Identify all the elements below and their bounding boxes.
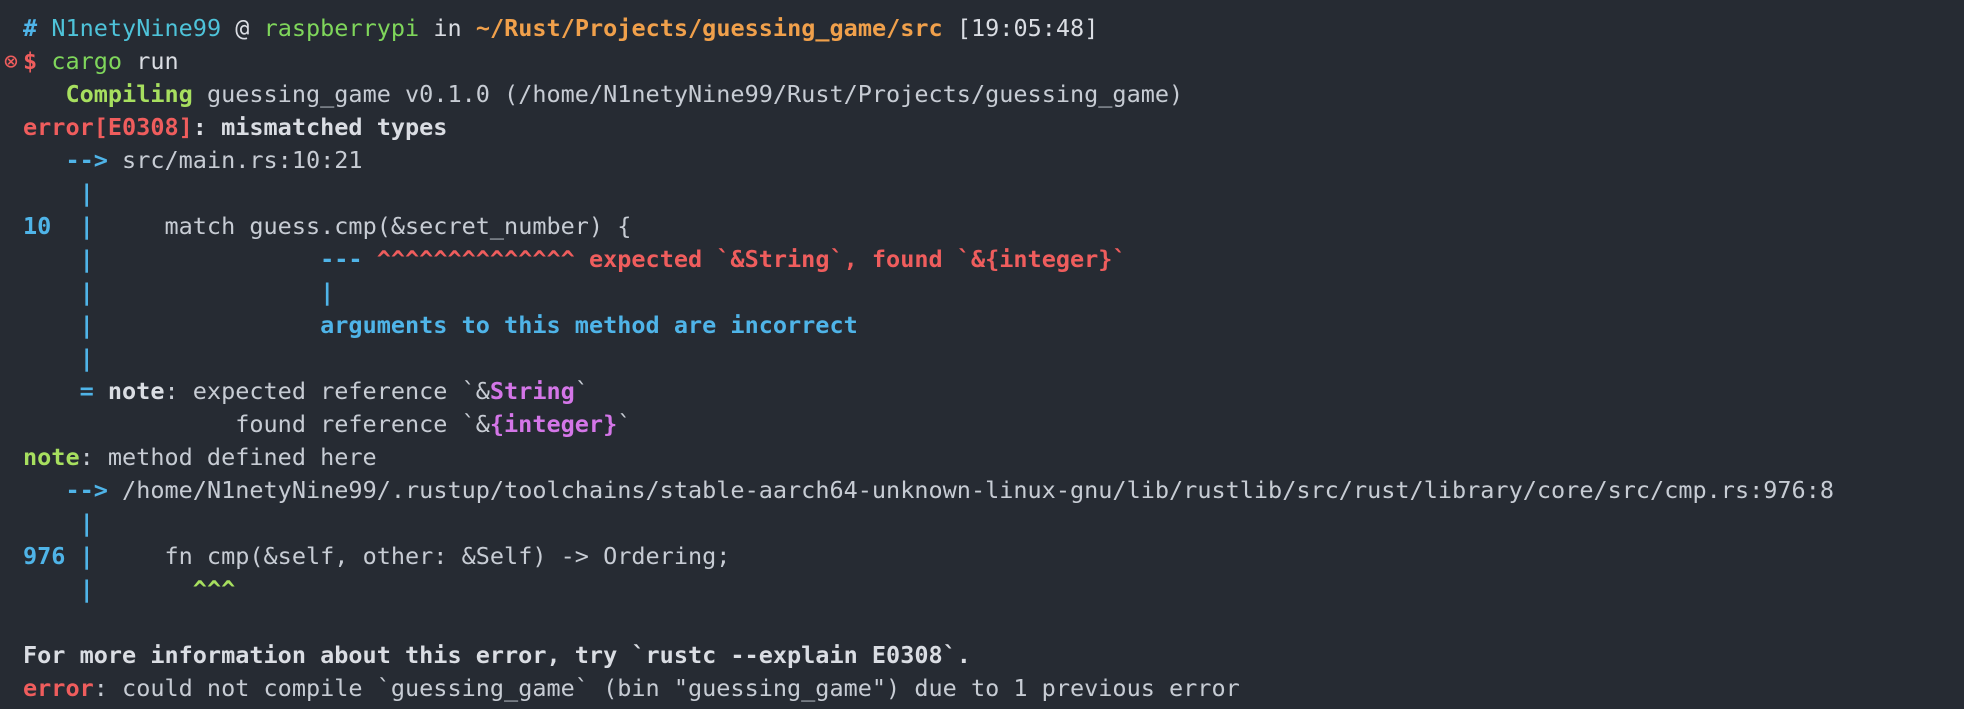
final-error-line: error: could not compile `guessing_game`… bbox=[0, 672, 1964, 705]
marker-pipe: | bbox=[320, 278, 335, 306]
prompt-user: N1netyNine99 bbox=[51, 14, 222, 42]
location-path: /home/N1netyNine99/.rustup/toolchains/st… bbox=[107, 476, 1834, 504]
note-tick: ` bbox=[574, 377, 589, 405]
prompt-path: ~/Rust/Projects/guessing_game/src bbox=[475, 14, 943, 42]
note-text: found reference `& bbox=[23, 410, 490, 438]
marker-line: | --- ^^^^^^^^^^^^^^ expected `&String`,… bbox=[0, 243, 1964, 276]
note-found-line: found reference `&{integer}` bbox=[0, 408, 1964, 441]
terminal-window[interactable]: # N1netyNine99 @ raspberrypi in ~/Rust/P… bbox=[0, 0, 1964, 709]
gutter-pipe: | bbox=[51, 212, 94, 240]
line-number: 10 bbox=[23, 212, 52, 240]
location-path: src/main.rs:10:21 bbox=[107, 146, 363, 174]
method-location-line: --> /home/N1netyNine99/.rustup/toolchain… bbox=[0, 474, 1964, 507]
gutter-pipe: | bbox=[79, 344, 94, 372]
gutter-line: | bbox=[0, 177, 1964, 210]
note-type: {integer} bbox=[489, 410, 618, 438]
command-name: cargo bbox=[51, 47, 123, 75]
line-number: 976 bbox=[23, 542, 66, 570]
location-arrow: --> bbox=[65, 476, 108, 504]
command-line[interactable]: ⊗ $ cargo run bbox=[0, 45, 1964, 78]
gutter-pipe: | bbox=[65, 542, 94, 570]
gutter-pipe: | bbox=[79, 575, 94, 603]
gutter-line: | bbox=[0, 507, 1964, 540]
note-text: : expected reference `& bbox=[164, 377, 490, 405]
gutter-line: | bbox=[0, 342, 1964, 375]
gutter-pipe: | bbox=[79, 245, 94, 273]
source-code: match guess.cmp(&secret_number) { bbox=[93, 212, 632, 240]
note-text: : method defined here bbox=[79, 443, 377, 471]
note-label: note bbox=[23, 443, 80, 471]
gutter-pipe: | bbox=[79, 179, 94, 207]
command-args: run bbox=[136, 47, 179, 75]
marker-label-line: | arguments to this method are incorrect bbox=[0, 309, 1964, 342]
note-type: String bbox=[489, 377, 575, 405]
marker-pipe-line: | | bbox=[0, 276, 1964, 309]
marker-dashes: --- bbox=[320, 245, 363, 273]
info-line: For more information about this error, t… bbox=[0, 639, 1964, 672]
note-line: = note: expected reference `&String` bbox=[0, 375, 1964, 408]
info-text: For more information about this error, t… bbox=[23, 641, 971, 669]
prompt-line: # N1netyNine99 @ raspberrypi in ~/Rust/P… bbox=[0, 12, 1964, 45]
error-location-line: --> src/main.rs:10:21 bbox=[0, 144, 1964, 177]
marker-label: arguments to this method are incorrect bbox=[320, 311, 858, 339]
error-status-icon: ⊗ bbox=[3, 47, 19, 75]
prompt-at: @ bbox=[235, 14, 250, 42]
prompt-hash: # bbox=[23, 14, 38, 42]
marker-carets: ^^^^^^^^^^^^^^ expected `&String`, found… bbox=[362, 245, 1127, 273]
prompt-host: raspberrypi bbox=[263, 14, 420, 42]
prompt-in: in bbox=[433, 14, 462, 42]
marker-carets: ^^^ bbox=[192, 575, 236, 603]
note-label: note bbox=[107, 377, 165, 405]
compiling-label: Compiling bbox=[65, 80, 193, 108]
compiling-line: Compiling guessing_game v0.1.0 (/home/N1… bbox=[0, 78, 1964, 111]
source-line-976: 976 | fn cmp(&self, other: &Self) -> Ord… bbox=[0, 540, 1964, 573]
compiling-target: guessing_game v0.1.0 (/home/N1netyNine99… bbox=[192, 80, 1184, 108]
note-equals: = bbox=[23, 377, 108, 405]
prompt-dollar: $ bbox=[23, 47, 38, 75]
gutter-pipe: | bbox=[79, 311, 94, 339]
caret-line-976: | ^^^ bbox=[0, 573, 1964, 606]
gutter-pipe: | bbox=[79, 278, 94, 306]
source-code: fn cmp(&self, other: &Self) -> Ordering; bbox=[93, 542, 731, 570]
error-message: : mismatched types bbox=[192, 113, 448, 141]
method-note-line: note: method defined here bbox=[0, 441, 1964, 474]
prompt-time: [19:05:48] bbox=[956, 14, 1099, 42]
source-line-10: 10 | match guess.cmp(&secret_number) { bbox=[0, 210, 1964, 243]
final-error-label: error bbox=[23, 674, 94, 702]
error-header-line: error[E0308]: mismatched types bbox=[0, 111, 1964, 144]
final-error-text: : could not compile `guessing_game` (bin… bbox=[93, 674, 1240, 702]
note-tick: ` bbox=[617, 410, 632, 438]
location-arrow: --> bbox=[65, 146, 108, 174]
gutter-pipe: | bbox=[79, 509, 94, 537]
error-code: error[E0308] bbox=[23, 113, 193, 141]
